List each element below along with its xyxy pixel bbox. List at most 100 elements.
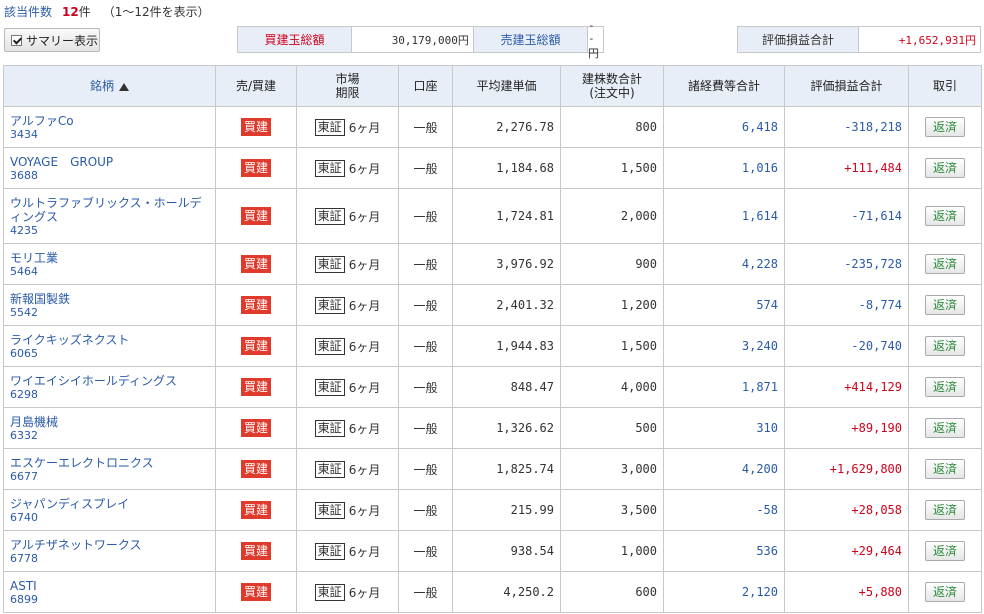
- qty-cell: 3,000: [560, 448, 664, 490]
- stock-code: 6899: [10, 592, 38, 606]
- table-row: ウルトラファブリックス・ホールディングス 4235 買建 東証 6ヶ月 一般 1,724.8…: [3, 188, 982, 244]
- checkbox-checked-icon[interactable]: [11, 34, 22, 46]
- market-cell: 東証 6ヶ月: [296, 530, 399, 572]
- qty-cell: 4,000: [560, 366, 664, 408]
- stock-cell: エスケーエレクトロニクス 6677: [3, 448, 216, 490]
- stock-name-link[interactable]: モリ工業: [10, 251, 209, 265]
- stock-name-link[interactable]: ライクキッズネクスト: [10, 333, 209, 347]
- col-pl-header: 評価損益合計: [784, 65, 909, 107]
- repay-button[interactable]: 返済: [925, 206, 965, 226]
- qty-cell: 3,500: [560, 489, 664, 531]
- repay-button[interactable]: 返済: [925, 582, 965, 602]
- market-badge: 東証: [314, 118, 345, 136]
- term-text: 6ヶ月: [348, 380, 381, 395]
- stock-name-link[interactable]: エスケーエレクトロニクス: [10, 456, 209, 470]
- trade-cell: 返済: [908, 571, 982, 613]
- summary-toggle-button[interactable]: サマリー表示: [4, 28, 100, 52]
- term-text: 6ヶ月: [348, 462, 381, 477]
- sell-total-label: 売建玉総額: [473, 27, 588, 52]
- stock-code: 4235: [10, 223, 38, 237]
- stock-cell: アルファCo 3434: [3, 106, 216, 148]
- stock-cell: ジャパンディスプレイ 6740: [3, 489, 216, 531]
- market-badge: 東証: [314, 378, 345, 396]
- trade-cell: 返済: [908, 243, 982, 285]
- repay-button[interactable]: 返済: [925, 541, 965, 561]
- market-cell: 東証 6ヶ月: [296, 325, 399, 367]
- side-cell: 買建: [215, 243, 297, 285]
- repay-button[interactable]: 返済: [925, 500, 965, 520]
- side-cell: 買建: [215, 571, 297, 613]
- term-text: 6ヶ月: [348, 298, 381, 313]
- pl-cell: -235,728: [784, 243, 909, 285]
- stock-name-link[interactable]: アルチザネットワークス: [10, 538, 209, 552]
- buy-total-label: 買建玉総額: [238, 27, 353, 52]
- fees-cell: 6,418: [663, 106, 785, 148]
- side-cell: 買建: [215, 284, 297, 326]
- market-cell: 東証 6ヶ月: [296, 147, 399, 189]
- qty-cell: 500: [560, 407, 664, 449]
- account-cell: 一般: [398, 147, 453, 189]
- avg-price-cell: 2,401.32: [452, 284, 561, 326]
- stock-cell: ワイエイシイホールディングス 6298: [3, 366, 216, 408]
- stock-name-link[interactable]: 月島機械: [10, 415, 209, 429]
- col-term-label: 期限: [335, 86, 360, 100]
- stock-name-link[interactable]: ワイエイシイホールディングス: [10, 374, 209, 388]
- fees-cell: 536: [663, 530, 785, 572]
- buy-badge: 買建: [240, 296, 271, 314]
- stock-name-link[interactable]: ジャパンディスプレイ: [10, 497, 209, 511]
- market-cell: 東証 6ヶ月: [296, 243, 399, 285]
- trade-cell: 返済: [908, 489, 982, 531]
- fees-cell: 2,120: [663, 571, 785, 613]
- repay-button[interactable]: 返済: [925, 295, 965, 315]
- repay-button[interactable]: 返済: [925, 254, 965, 274]
- col-qty-pending-label: (注文中): [589, 86, 635, 100]
- fees-cell: 4,200: [663, 448, 785, 490]
- table-row: ジャパンディスプレイ 6740 買建 東証 6ヶ月 一般 215.99 3,500 -58 +28…: [3, 489, 982, 531]
- term-text: 6ヶ月: [348, 209, 381, 224]
- fees-cell: 3,240: [663, 325, 785, 367]
- fees-cell: -58: [663, 489, 785, 531]
- stock-name-link[interactable]: ASTI: [10, 579, 209, 593]
- stock-name-link[interactable]: 新報国製鉄: [10, 292, 209, 306]
- repay-button[interactable]: 返済: [925, 117, 965, 137]
- account-cell: 一般: [398, 106, 453, 148]
- buy-badge: 買建: [240, 460, 271, 478]
- trade-cell: 返済: [908, 188, 982, 244]
- col-side-header: 売/買建: [215, 65, 297, 107]
- repay-button[interactable]: 返済: [925, 336, 965, 356]
- repay-button[interactable]: 返済: [925, 377, 965, 397]
- table-row: アルチザネットワークス 6778 買建 東証 6ヶ月 一般 938.54 1,000 536 +2…: [3, 530, 982, 572]
- account-cell: 一般: [398, 530, 453, 572]
- stock-name-link[interactable]: アルファCo: [10, 114, 209, 128]
- buy-badge: 買建: [240, 159, 271, 177]
- repay-button[interactable]: 返済: [925, 418, 965, 438]
- stock-name-link[interactable]: VOYAGE GROUP: [10, 155, 209, 169]
- trade-cell: 返済: [908, 325, 982, 367]
- avg-price-cell: 3,976.92: [452, 243, 561, 285]
- qty-cell: 900: [560, 243, 664, 285]
- qty-cell: 800: [560, 106, 664, 148]
- market-badge: 東証: [314, 255, 345, 273]
- stock-code: 6778: [10, 551, 38, 565]
- stock-code: 6677: [10, 469, 38, 483]
- col-qty-header: 建株数合計 (注文中): [560, 65, 664, 107]
- market-cell: 東証 6ヶ月: [296, 489, 399, 531]
- sell-total-value: --円: [588, 19, 603, 60]
- market-badge: 東証: [314, 296, 345, 314]
- account-cell: 一般: [398, 448, 453, 490]
- stock-name-link[interactable]: ウルトラファブリックス・ホールディングス: [10, 196, 209, 224]
- fees-cell: 310: [663, 407, 785, 449]
- repay-button[interactable]: 返済: [925, 459, 965, 479]
- market-badge: 東証: [314, 159, 345, 177]
- repay-button[interactable]: 返済: [925, 158, 965, 178]
- result-count: 該当件数 12件 （1〜12件を表示）: [4, 3, 210, 20]
- trade-cell: 返済: [908, 448, 982, 490]
- col-name-label[interactable]: 銘柄: [90, 79, 114, 93]
- side-cell: 買建: [215, 147, 297, 189]
- pl-total-value: +1,652,931円: [859, 27, 980, 52]
- trade-cell: 返済: [908, 366, 982, 408]
- table-row: ワイエイシイホールディングス 6298 買建 東証 6ヶ月 一般 848.47 4,000 1,…: [3, 366, 982, 408]
- market-cell: 東証 6ヶ月: [296, 571, 399, 613]
- col-name-header[interactable]: 銘柄: [3, 65, 216, 107]
- buy-badge: 買建: [240, 583, 271, 601]
